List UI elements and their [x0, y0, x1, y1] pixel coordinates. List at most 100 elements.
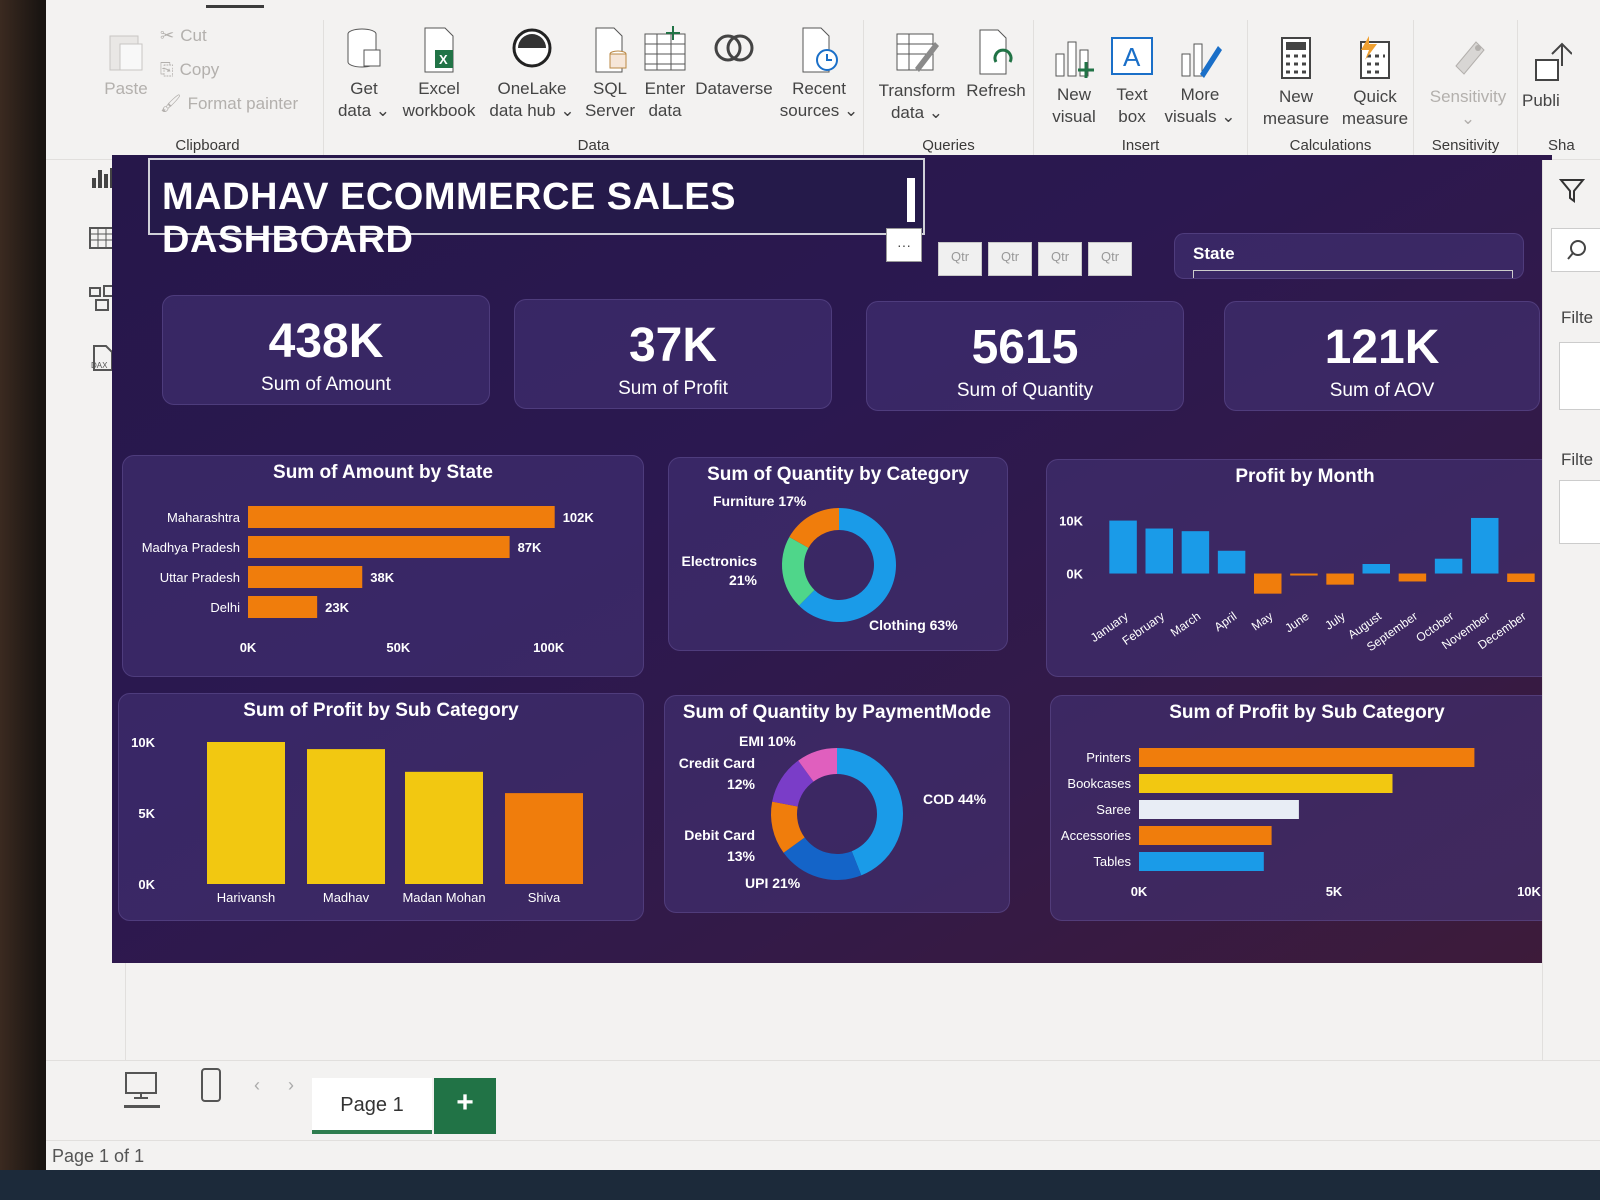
copy-button[interactable]: ⎘ Copy	[160, 60, 219, 80]
data-label: UPI 21%	[745, 875, 801, 891]
add-page-button[interactable]: +	[434, 1078, 496, 1134]
category-label: Uttar Pradesh	[160, 570, 240, 585]
bar	[405, 771, 483, 884]
filters-on-page-label: Filte	[1561, 308, 1594, 327]
onelake-button[interactable]: OneLake data hub ⌄	[484, 26, 580, 122]
transform-label-1: Transform	[878, 81, 956, 100]
quantity-by-paymentmode-visual[interactable]: Sum of Quantity by PaymentMode COD 44% UP…	[664, 695, 1010, 913]
bar	[1398, 573, 1427, 582]
qtr-slicer-button-4[interactable]: Qtr	[1088, 242, 1132, 276]
qtr-slicer-button-3[interactable]: Qtr	[1038, 242, 1082, 276]
dashboard-title: MADHAV ECOMMERCE SALES DASHBOARD	[162, 176, 736, 261]
page-tab-1[interactable]: Page 1	[312, 1078, 432, 1134]
more-options-icon[interactable]: ···	[886, 228, 922, 262]
refresh-icon	[979, 29, 1013, 75]
bar	[1181, 531, 1210, 574]
new-measure-button[interactable]: New measure	[1254, 36, 1338, 130]
category-label: Harivansh	[217, 890, 276, 905]
filter-icon[interactable]	[1559, 178, 1585, 204]
state-slicer[interactable]: State	[1174, 233, 1524, 279]
enter-data-label-1: Enter	[644, 79, 686, 98]
data-label: 21%	[729, 572, 758, 588]
category-label: Bookcases	[1067, 776, 1131, 791]
excel-workbook-button[interactable]: X Excel workbook	[396, 26, 482, 122]
category-label: June	[1282, 609, 1312, 636]
amount-by-state-visual[interactable]: Sum of Amount by State Maharashtra 102K Ma…	[122, 455, 644, 677]
kpi-label: Sum of Quantity	[956, 380, 1094, 401]
transform-data-button[interactable]: Transform data ⌄	[874, 28, 960, 124]
search-box[interactable]	[1551, 228, 1600, 272]
share-group: Publi Sha	[1518, 20, 1600, 160]
category-label: Madan Mohan	[402, 890, 485, 905]
qtr-slicer-button-1[interactable]: Qtr	[938, 242, 982, 276]
excel-label-1: Excel	[418, 79, 460, 98]
previous-page-icon[interactable]: ‹	[254, 1075, 260, 1096]
bar	[1145, 528, 1173, 574]
data-label: Debit Card	[684, 827, 755, 843]
bar	[505, 793, 583, 884]
publish-button[interactable]: Publi	[1522, 40, 1600, 112]
paste-button[interactable]: Paste	[102, 30, 150, 100]
quick-measure-label-2: measure	[1341, 109, 1409, 128]
filter-well[interactable]	[1559, 342, 1600, 410]
more-visuals-button[interactable]: More visuals ⌄	[1160, 34, 1240, 128]
state-slicer-dropdown[interactable]	[1193, 270, 1513, 278]
dashboard-title-box[interactable]: MADHAV ECOMMERCE SALES DASHBOARD	[148, 158, 925, 261]
sql-server-button[interactable]: SQL Server	[582, 26, 638, 122]
data-label: Clothing 63%	[869, 617, 958, 633]
report-canvas: MADHAV ECOMMERCE SALES DASHBOARD ··· Qtr…	[112, 155, 1564, 963]
new-visual-icon	[1055, 41, 1094, 78]
category-label: Tables	[1093, 854, 1131, 869]
new-visual-button[interactable]: New visual	[1044, 34, 1104, 128]
profit-by-subcategory-column-visual[interactable]: Sum of Profit by Sub Category 10K 5K 0K Har…	[118, 693, 644, 921]
new-measure-label-1: New	[1278, 87, 1313, 106]
category-label: Maharashtra	[167, 510, 241, 525]
format-painter-button[interactable]: 🖌 Format painter	[160, 94, 298, 114]
refresh-button[interactable]: Refresh	[962, 28, 1030, 102]
axis-tick-label: 10K	[1517, 884, 1541, 899]
desktop-layout-icon[interactable]	[124, 1071, 158, 1101]
data-label: Electronics	[682, 553, 758, 569]
kpi-label: Sum of AOV	[1329, 380, 1435, 401]
onelake-label-1: OneLake	[497, 79, 567, 98]
dataverse-button[interactable]: Dataverse	[692, 26, 776, 100]
kpi-card-aov: 121K Sum of AOV	[1224, 301, 1540, 411]
filter-well[interactable]	[1559, 480, 1600, 544]
quick-measure-button[interactable]: Quick measure	[1340, 36, 1410, 130]
mobile-layout-icon[interactable]	[200, 1067, 222, 1103]
recent-sources-button[interactable]: Recent sources ⌄	[778, 26, 860, 122]
quantity-by-category-visual[interactable]: Sum of Quantity by Category Clothing 63%…	[668, 457, 1008, 651]
brush-icon: 🖌	[160, 94, 182, 113]
enter-data-button[interactable]: Enter data	[640, 26, 690, 122]
bar	[248, 596, 318, 618]
profit-by-subcategory-bar-chart: Printers Bookcases Saree Accessories Tables0…	[1061, 748, 1542, 899]
page-count-status: Page 1 of 1	[52, 1146, 145, 1166]
cut-label: Cut	[180, 26, 207, 45]
queries-group-label: Queries	[922, 137, 975, 154]
search-icon	[1567, 240, 1586, 260]
cut-button[interactable]: ✂ Cut	[160, 26, 207, 46]
text-box-button[interactable]: A Text box	[1106, 34, 1158, 128]
profit-by-subcategory-bar-visual[interactable]: Sum of Profit by Sub Category Printers Bo…	[1050, 695, 1564, 921]
refresh-label: Refresh	[966, 81, 1026, 100]
bar	[1139, 826, 1272, 845]
insert-group-label: Insert	[1121, 137, 1160, 154]
profit-by-month-visual[interactable]: Profit by Month 10K 0K January February Marc…	[1046, 459, 1564, 677]
status-bar: Page 1 of 1	[46, 1140, 1600, 1170]
qtr-slicer-button-2[interactable]: Qtr	[988, 242, 1032, 276]
category-label: Saree	[1096, 802, 1131, 817]
paste-label: Paste	[104, 79, 148, 98]
bar	[1139, 800, 1299, 819]
sql-icon	[595, 27, 627, 73]
new-visual-label-2: visual	[1052, 107, 1096, 126]
sensitivity-label-1: Sensitivity	[1429, 87, 1507, 106]
axis-tick-label: 0K	[1131, 884, 1148, 899]
get-data-button[interactable]: Get data ⌄	[334, 26, 394, 122]
cut-icon: ✂	[160, 26, 175, 45]
dataverse-label: Dataverse	[695, 79, 773, 98]
sensitivity-button[interactable]: Sensitivity ⌄	[1420, 36, 1516, 130]
next-page-icon[interactable]: ›	[288, 1075, 294, 1096]
onelake-label-2: data hub ⌄	[489, 101, 575, 120]
data-label: EMI 10%	[739, 733, 796, 749]
kpi-label: Sum of Amount	[261, 374, 391, 395]
